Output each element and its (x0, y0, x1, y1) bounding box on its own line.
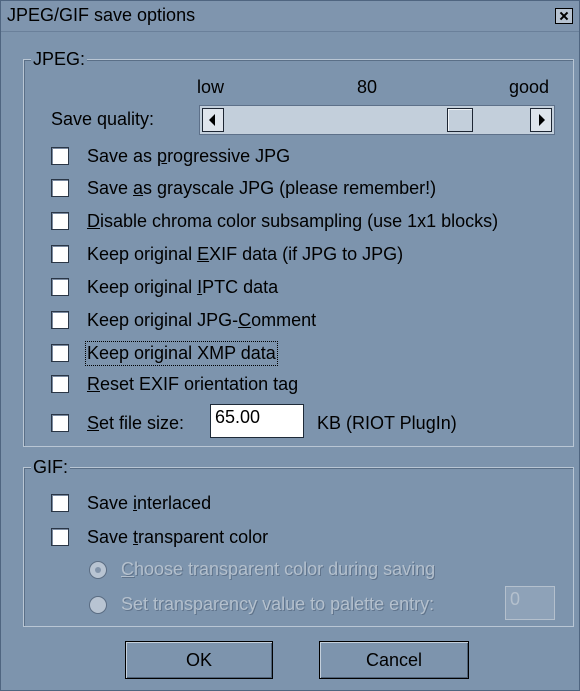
slider-right-arrow-icon[interactable] (530, 108, 552, 132)
save-interlaced-label: Save interlaced (87, 493, 212, 513)
reset-orientation-checkbox[interactable] (51, 375, 69, 393)
quality-value-label: 80 (357, 77, 378, 97)
save-interlaced-checkbox[interactable] (51, 494, 69, 512)
close-icon[interactable] (555, 8, 573, 24)
set-transparency-label: Set transparency value to palette entry: (121, 594, 435, 614)
set-file-size-label: Set file size: (87, 413, 185, 433)
choose-transparent-label: Choose transparent color during saving (121, 559, 436, 579)
keep-exif-label: Keep original EXIF data (if JPG to JPG) (87, 244, 404, 264)
progressive-label: Save as progressive JPG (87, 146, 291, 166)
keep-exif-checkbox[interactable] (51, 245, 69, 263)
grayscale-label: Save as grayscale JPG (please remember!) (87, 178, 437, 198)
keep-xmp-checkbox[interactable] (51, 344, 69, 362)
keep-iptc-label: Keep original IPTC data (87, 277, 279, 297)
palette-entry-input[interactable]: 0 (505, 586, 555, 620)
keep-xmp-label: Keep original XMP data (85, 341, 278, 366)
quality-low-label: low (197, 77, 225, 97)
set-transparency-radio[interactable] (89, 596, 107, 614)
keep-comment-checkbox[interactable] (51, 311, 69, 329)
window-title: JPEG/GIF save options (7, 5, 196, 25)
dialog-window: JPEG/GIF save options JPEG: low 80 good … (0, 0, 580, 691)
reset-orientation-label: Reset EXIF orientation tag (87, 374, 299, 394)
file-size-unit-label: KB (RIOT PlugIn) (317, 413, 457, 433)
title-bar: JPEG/GIF save options (1, 1, 579, 32)
keep-iptc-checkbox[interactable] (51, 278, 69, 296)
slider-left-arrow-icon[interactable] (202, 108, 224, 132)
file-size-input[interactable]: 65.00 (210, 404, 304, 438)
set-file-size-checkbox[interactable] (51, 414, 69, 432)
chroma-subsampling-checkbox[interactable] (51, 212, 69, 230)
save-transparent-checkbox[interactable] (51, 528, 69, 546)
quality-good-label: good (509, 77, 550, 97)
grayscale-checkbox[interactable] (51, 179, 69, 197)
choose-transparent-radio[interactable] (89, 561, 107, 579)
jpeg-group-legend: JPEG: (31, 49, 88, 70)
ok-button[interactable]: OK (125, 641, 273, 679)
cancel-button[interactable]: Cancel (319, 641, 469, 679)
keep-comment-label: Keep original JPG-Comment (87, 310, 317, 330)
save-quality-label: Save quality: (51, 109, 155, 129)
quality-slider[interactable] (199, 105, 555, 135)
slider-thumb[interactable] (446, 108, 473, 132)
progressive-checkbox[interactable] (51, 147, 69, 165)
chroma-subsampling-label: Disable chroma color subsampling (use 1x… (87, 211, 499, 231)
save-transparent-label: Save transparent color (87, 527, 269, 547)
gif-group-legend: GIF: (31, 457, 70, 478)
